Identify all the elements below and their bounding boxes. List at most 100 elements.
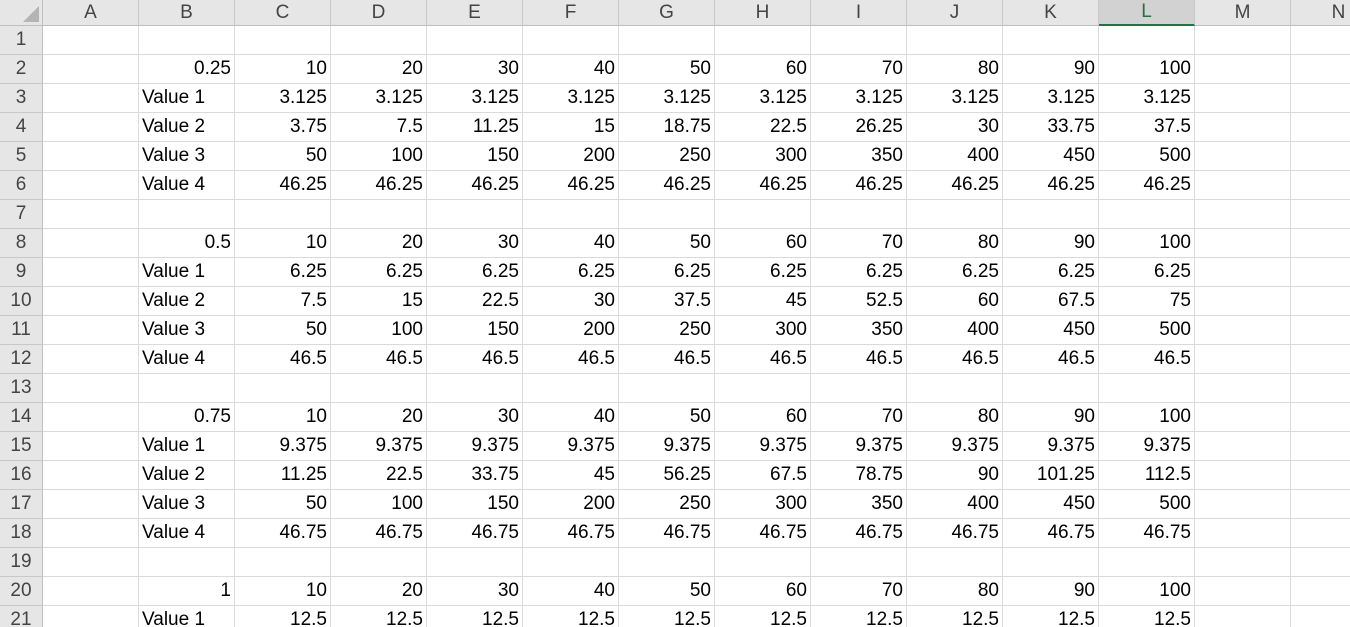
- cell-e20[interactable]: 30: [427, 577, 523, 606]
- cell-c17[interactable]: 50: [235, 490, 331, 519]
- cell-j3[interactable]: 3.125: [907, 84, 1003, 113]
- row-header-11[interactable]: 11: [0, 316, 43, 345]
- cell-n5[interactable]: [1291, 142, 1350, 171]
- cell-m15[interactable]: [1195, 432, 1291, 461]
- spreadsheet-grid[interactable]: A B C D E F G H I J K L M N 1 2 0.25 10 20 30 40 50 60 70 80 90 10…: [0, 0, 1350, 627]
- row-header-14[interactable]: 14: [0, 403, 43, 432]
- column-header-m[interactable]: M: [1195, 0, 1291, 26]
- cell-b18[interactable]: Value 4: [139, 519, 235, 548]
- cell-f12[interactable]: 46.5: [523, 345, 619, 374]
- cell-h21[interactable]: 12.5: [715, 606, 811, 627]
- cell-a20[interactable]: [43, 577, 139, 606]
- column-header-b[interactable]: B: [139, 0, 235, 26]
- cell-l20[interactable]: 100: [1099, 577, 1195, 606]
- cell-h18[interactable]: 46.75: [715, 519, 811, 548]
- cell-i3[interactable]: 3.125: [811, 84, 907, 113]
- cell-d7[interactable]: [331, 200, 427, 229]
- cell-g14[interactable]: 50: [619, 403, 715, 432]
- cell-g16[interactable]: 56.25: [619, 461, 715, 490]
- cell-c19[interactable]: [235, 548, 331, 577]
- cell-a6[interactable]: [43, 171, 139, 200]
- cell-a2[interactable]: [43, 55, 139, 84]
- cell-k9[interactable]: 6.25: [1003, 258, 1099, 287]
- cell-m14[interactable]: [1195, 403, 1291, 432]
- cell-m12[interactable]: [1195, 345, 1291, 374]
- cell-e6[interactable]: 46.25: [427, 171, 523, 200]
- row-header-3[interactable]: 3: [0, 84, 43, 113]
- cell-e10[interactable]: 22.5: [427, 287, 523, 316]
- column-header-a[interactable]: A: [43, 0, 139, 26]
- column-header-h[interactable]: H: [715, 0, 811, 26]
- cell-i6[interactable]: 46.25: [811, 171, 907, 200]
- cell-n2[interactable]: [1291, 55, 1350, 84]
- cell-k5[interactable]: 450: [1003, 142, 1099, 171]
- cell-j7[interactable]: [907, 200, 1003, 229]
- cell-j18[interactable]: 46.75: [907, 519, 1003, 548]
- cell-b19[interactable]: [139, 548, 235, 577]
- cell-f5[interactable]: 200: [523, 142, 619, 171]
- cell-g7[interactable]: [619, 200, 715, 229]
- cell-n3[interactable]: [1291, 84, 1350, 113]
- cell-j16[interactable]: 90: [907, 461, 1003, 490]
- cell-h9[interactable]: 6.25: [715, 258, 811, 287]
- column-header-d[interactable]: D: [331, 0, 427, 26]
- cell-e19[interactable]: [427, 548, 523, 577]
- cell-j19[interactable]: [907, 548, 1003, 577]
- row-header-17[interactable]: 17: [0, 490, 43, 519]
- row-header-18[interactable]: 18: [0, 519, 43, 548]
- cell-d10[interactable]: 15: [331, 287, 427, 316]
- cell-i11[interactable]: 350: [811, 316, 907, 345]
- cell-n17[interactable]: [1291, 490, 1350, 519]
- row-header-15[interactable]: 15: [0, 432, 43, 461]
- cell-d3[interactable]: 3.125: [331, 84, 427, 113]
- cell-d21[interactable]: 12.5: [331, 606, 427, 627]
- cell-m9[interactable]: [1195, 258, 1291, 287]
- cell-c2[interactable]: 10: [235, 55, 331, 84]
- cell-a1[interactable]: [43, 26, 139, 55]
- cell-c15[interactable]: 9.375: [235, 432, 331, 461]
- cell-j20[interactable]: 80: [907, 577, 1003, 606]
- cell-e2[interactable]: 30: [427, 55, 523, 84]
- cell-b13[interactable]: [139, 374, 235, 403]
- cell-a11[interactable]: [43, 316, 139, 345]
- cell-k6[interactable]: 46.25: [1003, 171, 1099, 200]
- cell-a4[interactable]: [43, 113, 139, 142]
- cell-f16[interactable]: 45: [523, 461, 619, 490]
- cell-d9[interactable]: 6.25: [331, 258, 427, 287]
- cell-e8[interactable]: 30: [427, 229, 523, 258]
- cell-k4[interactable]: 33.75: [1003, 113, 1099, 142]
- cell-g1[interactable]: [619, 26, 715, 55]
- cell-j15[interactable]: 9.375: [907, 432, 1003, 461]
- cell-g21[interactable]: 12.5: [619, 606, 715, 627]
- cell-j14[interactable]: 80: [907, 403, 1003, 432]
- cell-k20[interactable]: 90: [1003, 577, 1099, 606]
- cell-d13[interactable]: [331, 374, 427, 403]
- cell-k13[interactable]: [1003, 374, 1099, 403]
- cell-e15[interactable]: 9.375: [427, 432, 523, 461]
- cell-d16[interactable]: 22.5: [331, 461, 427, 490]
- cell-l13[interactable]: [1099, 374, 1195, 403]
- cell-b17[interactable]: Value 3: [139, 490, 235, 519]
- cell-i1[interactable]: [811, 26, 907, 55]
- cell-i14[interactable]: 70: [811, 403, 907, 432]
- cell-i17[interactable]: 350: [811, 490, 907, 519]
- cell-m19[interactable]: [1195, 548, 1291, 577]
- cell-k10[interactable]: 67.5: [1003, 287, 1099, 316]
- cell-j13[interactable]: [907, 374, 1003, 403]
- cell-k8[interactable]: 90: [1003, 229, 1099, 258]
- cell-f4[interactable]: 15: [523, 113, 619, 142]
- cell-e9[interactable]: 6.25: [427, 258, 523, 287]
- cell-b1[interactable]: [139, 26, 235, 55]
- column-header-k[interactable]: K: [1003, 0, 1099, 26]
- row-header-10[interactable]: 10: [0, 287, 43, 316]
- row-header-12[interactable]: 12: [0, 345, 43, 374]
- cell-j12[interactable]: 46.5: [907, 345, 1003, 374]
- cell-j11[interactable]: 400: [907, 316, 1003, 345]
- cell-e1[interactable]: [427, 26, 523, 55]
- cell-c7[interactable]: [235, 200, 331, 229]
- cell-g12[interactable]: 46.5: [619, 345, 715, 374]
- cell-l2[interactable]: 100: [1099, 55, 1195, 84]
- cell-l7[interactable]: [1099, 200, 1195, 229]
- cell-i13[interactable]: [811, 374, 907, 403]
- cell-m10[interactable]: [1195, 287, 1291, 316]
